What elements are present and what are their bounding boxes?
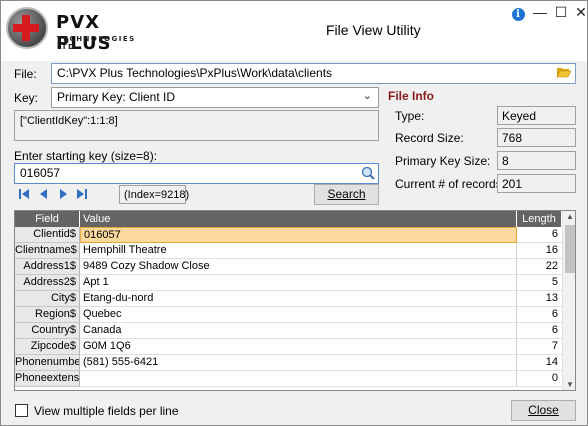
field-cell: Phonenumber$	[15, 355, 80, 371]
minimize-button[interactable]: —	[529, 3, 551, 21]
field-cell: Clientname$	[15, 243, 80, 259]
file-path-value: C:\PVX Plus Technologies\PxPlus\Work\dat…	[57, 66, 333, 80]
search-icon[interactable]	[361, 166, 375, 180]
first-record-icon[interactable]	[18, 188, 30, 200]
length-cell: 16	[517, 243, 562, 259]
value-cell[interactable]: Apt 1	[80, 275, 517, 291]
length-cell: 7	[517, 339, 562, 355]
start-key-value: 016057	[20, 166, 61, 180]
key-definition: ["ClientIdKey":1:1:8]	[20, 115, 118, 127]
chevron-down-icon: ⌄	[362, 90, 372, 102]
multi-fields-label: View multiple fields per line	[34, 404, 179, 418]
table-row[interactable]: Address2$ Apt 1 5	[15, 275, 562, 291]
close-button[interactable]: Close	[511, 400, 576, 421]
table-row[interactable]: City$ Etang-du-nord 13	[15, 291, 562, 307]
index-display: (Index=9218)	[119, 185, 189, 204]
table-row[interactable]: Country$ Canada 6	[15, 323, 562, 339]
field-cell: Address2$	[15, 275, 80, 291]
table-row[interactable]: Phoneextension 0	[15, 371, 562, 387]
close-button-label: Close	[528, 403, 559, 417]
field-cell: Phoneextension	[15, 371, 80, 387]
value-cell[interactable]: G0M 1Q6	[80, 339, 517, 355]
type-value: Keyed	[497, 106, 576, 125]
table-row[interactable]: Clientid$ 016057 6	[15, 227, 562, 243]
column-header-length[interactable]: Length	[517, 211, 562, 227]
value-cell[interactable]: 9489 Cozy Shadow Close	[80, 259, 517, 275]
key-label: Key:	[14, 91, 39, 105]
file-label: File:	[14, 67, 37, 81]
type-label: Type:	[395, 109, 425, 123]
table-row[interactable]: Zipcode$ G0M 1Q6 7	[15, 339, 562, 355]
key-select-value: Primary Key: Client ID	[57, 90, 176, 104]
window-title: File View Utility	[326, 22, 421, 38]
field-cell: Address1$	[15, 259, 80, 275]
field-cell: Zipcode$	[15, 339, 80, 355]
field-cell: Region$	[15, 307, 80, 323]
start-key-input[interactable]: 016057	[14, 163, 379, 184]
column-header-value[interactable]: Value	[80, 211, 517, 227]
length-cell: 0	[517, 371, 562, 387]
table-row[interactable]: Address1$ 9489 Cozy Shadow Close 22	[15, 259, 562, 275]
table-row[interactable]: Phonenumber$ (581) 555-6421 14	[15, 355, 562, 371]
value-cell[interactable]	[80, 371, 517, 387]
search-button[interactable]: Search	[314, 184, 379, 205]
value-cell[interactable]: Quebec	[80, 307, 517, 323]
multi-fields-checkbox[interactable]	[15, 404, 28, 417]
table-row[interactable]: Region$ Quebec 6	[15, 307, 562, 323]
scroll-up-icon[interactable]: ▲	[566, 212, 574, 221]
search-button-label: Search	[327, 187, 366, 201]
grid-header: Field Value Length	[15, 211, 562, 227]
length-cell: 14	[517, 355, 562, 371]
folder-open-icon[interactable]	[557, 67, 571, 78]
primary-key-size-value: 8	[497, 151, 576, 170]
grid-vertical-scrollbar[interactable]: ▲ ▼	[562, 211, 575, 390]
last-record-icon[interactable]	[76, 188, 88, 200]
length-cell: 6	[517, 323, 562, 339]
record-size-value: 768	[497, 128, 576, 147]
key-select[interactable]: Primary Key: Client ID ⌄	[51, 87, 379, 108]
file-info-heading: File Info	[388, 89, 434, 103]
table-row[interactable]: Clientname$ Hemphill Theatre 16	[15, 243, 562, 259]
start-key-label: Enter starting key (size=8):	[14, 149, 158, 163]
close-window-button[interactable]: ✕	[570, 3, 588, 21]
value-cell[interactable]: Hemphill Theatre	[80, 243, 517, 259]
pvx-plus-logo: PVX PLUS TECHNOLOGIES LTD.	[4, 4, 154, 54]
field-cell: City$	[15, 291, 80, 307]
key-definition-box: ["ClientIdKey":1:1:8]	[14, 110, 379, 141]
field-cell: Country$	[15, 323, 80, 339]
length-cell: 13	[517, 291, 562, 307]
scrollbar-thumb[interactable]	[565, 225, 575, 273]
value-cell[interactable]: 016057	[80, 227, 517, 243]
length-cell: 6	[517, 307, 562, 323]
records-count-value: 201	[497, 174, 576, 193]
length-cell: 22	[517, 259, 562, 275]
value-cell[interactable]: Canada	[80, 323, 517, 339]
info-icon[interactable]: i	[507, 3, 529, 21]
scroll-down-icon[interactable]: ▼	[566, 380, 574, 389]
record-grid[interactable]: Field Value Length Clientid$ 016057 6 Cl…	[14, 210, 576, 391]
title-bar: PVX PLUS TECHNOLOGIES LTD. File View Uti…	[1, 1, 587, 61]
logo-subtitle: TECHNOLOGIES LTD.	[57, 35, 136, 51]
maximize-button[interactable]: ☐	[550, 3, 572, 21]
file-path-input[interactable]: C:\PVX Plus Technologies\PxPlus\Work\dat…	[51, 63, 576, 84]
record-size-label: Record Size:	[395, 131, 464, 145]
column-header-field[interactable]: Field	[15, 211, 80, 227]
length-cell: 5	[517, 275, 562, 291]
value-cell[interactable]: Etang-du-nord	[80, 291, 517, 307]
next-record-icon[interactable]	[57, 188, 69, 200]
previous-record-icon[interactable]	[38, 188, 50, 200]
records-count-label: Current # of records:	[395, 177, 506, 191]
length-cell: 6	[517, 227, 562, 243]
field-cell: Clientid$	[15, 227, 80, 243]
file-view-window: PVX PLUS TECHNOLOGIES LTD. File View Uti…	[0, 0, 588, 426]
value-cell[interactable]: (581) 555-6421	[80, 355, 517, 371]
primary-key-size-label: Primary Key Size:	[395, 154, 491, 168]
